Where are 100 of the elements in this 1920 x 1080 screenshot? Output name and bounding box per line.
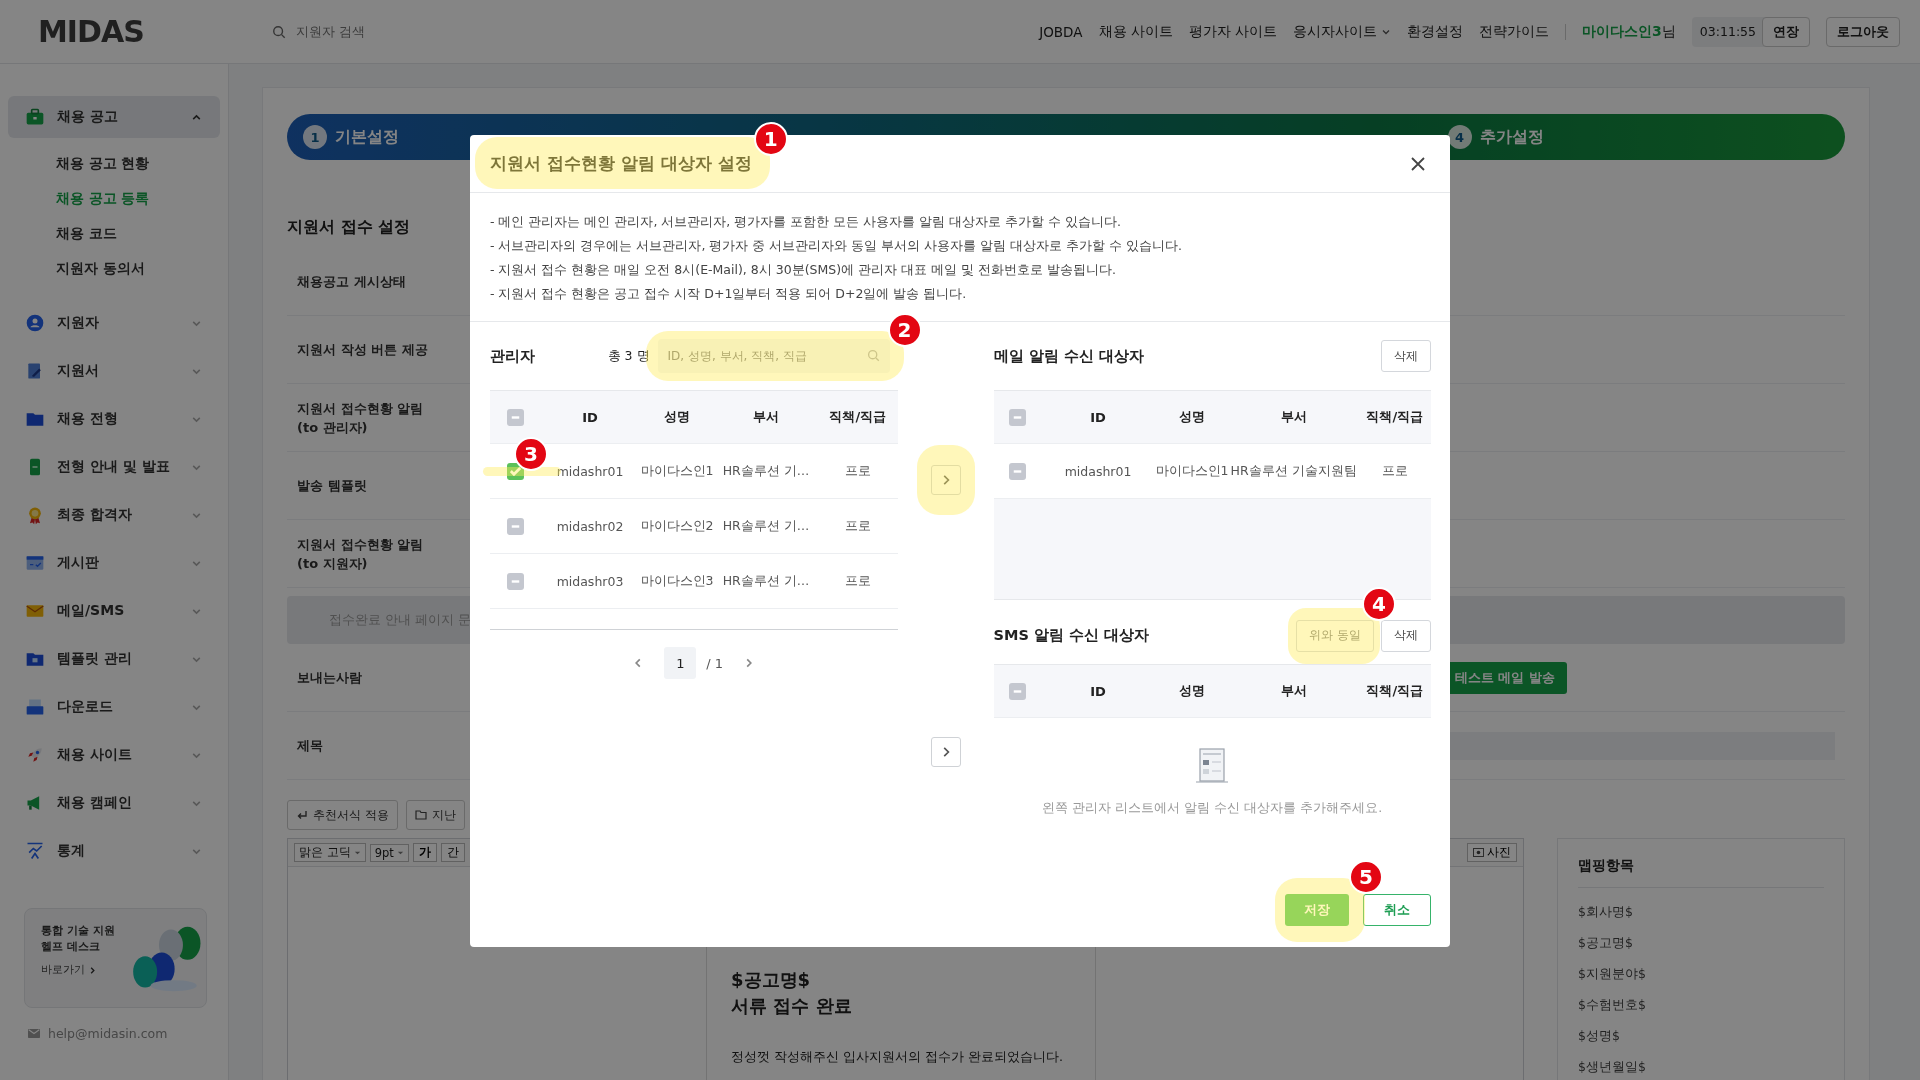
- sidebar-item[interactable]: 지원자: [8, 302, 220, 344]
- sidebar-item[interactable]: 다운로드: [8, 686, 220, 728]
- sidebar-item[interactable]: 채용 전형: [8, 398, 220, 440]
- move-right-button[interactable]: [930, 465, 961, 495]
- minus-icon: [510, 415, 520, 419]
- close-icon: [1410, 155, 1426, 172]
- sidebar-item[interactable]: 채용 공고: [8, 96, 220, 138]
- step-badge: 2: [887, 313, 922, 347]
- extend-button[interactable]: 연장: [1762, 16, 1810, 47]
- minus-icon: [510, 524, 520, 528]
- font-select[interactable]: 맑은 고딕: [294, 843, 366, 862]
- submenu-item[interactable]: 채용 공고 현황: [56, 146, 220, 181]
- delete-button[interactable]: 삭제: [1381, 340, 1431, 372]
- checkbox[interactable]: [1008, 462, 1026, 480]
- checkbox[interactable]: [506, 408, 524, 426]
- checkbox[interactable]: [506, 462, 524, 480]
- logout-button[interactable]: 로그아웃: [1826, 16, 1900, 47]
- checkbox[interactable]: [506, 517, 524, 535]
- submenu-item[interactable]: 지원자 동의서: [56, 251, 220, 286]
- sidebar-item[interactable]: 전형 안내 및 발표: [8, 446, 220, 488]
- move-right-button[interactable]: [930, 737, 961, 767]
- board-icon: [25, 553, 45, 573]
- timer-text: 03:11:55: [1699, 24, 1756, 39]
- help-title: 통합 기술 지원 헬프 데스크: [41, 923, 116, 955]
- step-label[interactable]: 추가설정: [1479, 126, 1544, 148]
- sidebar-item[interactable]: 통계: [8, 830, 220, 872]
- column-header: ID: [581, 409, 599, 425]
- cancel-button[interactable]: 취소: [1363, 894, 1431, 926]
- column-header: ID: [1089, 683, 1107, 699]
- table-cell-text: midashr01: [1063, 463, 1133, 479]
- size-select[interactable]: 9pt: [369, 843, 409, 862]
- sidebar-item[interactable]: 최종 합격자: [8, 494, 220, 536]
- table-cell: 마이다스인1: [640, 462, 714, 480]
- field-label: 제목: [297, 737, 324, 755]
- nav-link[interactable]: 응시자사이트: [1293, 22, 1392, 41]
- column-header: 부서: [752, 408, 780, 426]
- column-header: 직책/직급: [1365, 682, 1425, 700]
- help-card[interactable]: 통합 기술 지원 헬프 데스크 바로가기: [24, 908, 207, 1008]
- table-cell-text: HR솔루션 기…: [721, 572, 811, 590]
- field-label: 채용공고 게시상태: [297, 273, 407, 291]
- sidebar-item[interactable]: 메일/SMS: [8, 590, 220, 632]
- checkbox[interactable]: [1008, 682, 1026, 700]
- image-icon: [1473, 848, 1484, 857]
- nav-link[interactable]: 평가자 사이트: [1188, 22, 1278, 41]
- nav-link[interactable]: 환경설정: [1407, 22, 1464, 41]
- column-header: 성명: [1178, 682, 1206, 700]
- nav-link[interactable]: 전략가이드: [1479, 22, 1550, 41]
- sidebar-item[interactable]: 채용 캠페인: [8, 782, 220, 824]
- mapping-item[interactable]: $공고명$: [1578, 927, 1824, 958]
- user-name[interactable]: 마이다스인3: [1582, 22, 1662, 41]
- table-cell-text: HR솔루션 기…: [721, 517, 811, 535]
- minus-icon: [1012, 415, 1022, 419]
- submenu-item[interactable]: 채용 공고 등록: [56, 181, 220, 216]
- photo-button[interactable]: 사진: [1467, 843, 1517, 862]
- user-suffix: 님: [1661, 22, 1676, 41]
- panel-title: SMS 알림 수신 대상자: [993, 626, 1149, 645]
- mapping-item[interactable]: $수험번호$: [1578, 989, 1824, 1020]
- support-email[interactable]: help@midasin.com: [48, 1026, 168, 1041]
- notice-text: - 메인 관리자는 메인 관리자, 서브관리자, 평가자를 포함한 모든 사용자를 알림 대상자로 추가할 수 있습니다.: [490, 213, 1123, 231]
- notice-text: - 지원서 접수 현황은 공고 접수 시작 D+1일부터 적용 되어 D+2일에 발송 됩니다.: [490, 285, 968, 303]
- notice-text: - 서브관리자의 경우에는 서브관리자, 평가자 중 서브관리자와 동일 부서의 사용자를 알림 대상자로 추가할 수 있습니다.: [490, 237, 1184, 255]
- check-icon: [509, 466, 521, 476]
- field-label: 보내는사람: [297, 669, 363, 687]
- total-pages: / 1: [706, 655, 724, 671]
- mapping-item[interactable]: $생년월일$: [1578, 1051, 1824, 1080]
- search-field[interactable]: 지원자 검색: [294, 23, 498, 40]
- mapping-item[interactable]: $성명$: [1578, 1020, 1824, 1051]
- checkbox[interactable]: [506, 572, 524, 590]
- italic-button[interactable]: 간: [440, 843, 465, 862]
- bold-button[interactable]: 가: [412, 843, 437, 862]
- past-button[interactable]: 지난: [405, 800, 465, 830]
- delete-button[interactable]: 삭제: [1381, 619, 1431, 652]
- current-page[interactable]: 1: [664, 647, 697, 679]
- field-label: 발송 템플릿: [297, 477, 368, 495]
- table-cell: 마이다스인3: [640, 572, 714, 590]
- folder-icon: [414, 809, 427, 821]
- step-label[interactable]: 기본설정: [335, 126, 399, 148]
- template-button[interactable]: 추천서식 적용: [287, 800, 398, 830]
- checkbox[interactable]: [1008, 408, 1026, 426]
- envelope-icon: [28, 1029, 40, 1038]
- column-header: 직책/직급: [828, 408, 888, 426]
- submenu-item[interactable]: 채용 코드: [56, 216, 220, 251]
- notice-text: - 지원서 접수 현황은 매일 오전 8시(E-Mail), 8시 30분(SMS)에 관리자 대표 메일 및 전화번호로 발송됩니다.: [490, 261, 1117, 279]
- mapping-item[interactable]: $회사명$: [1578, 896, 1824, 927]
- column-header: 직책/직급: [1365, 408, 1425, 426]
- nav-link[interactable]: JOBDA: [1039, 23, 1083, 40]
- sidebar-item[interactable]: 채용 사이트: [8, 734, 220, 776]
- mapping-title: 맵핑항목: [1578, 853, 1824, 888]
- nav-link[interactable]: 채용 사이트: [1098, 22, 1173, 41]
- table-cell-text: 프로: [843, 572, 872, 590]
- table-cell-text: midashr02: [555, 518, 625, 534]
- logo[interactable]: MIDAS: [38, 14, 272, 49]
- table-cell-text: 프로: [1380, 462, 1409, 480]
- sidebar-item[interactable]: 템플릿 관리: [8, 638, 220, 680]
- sidebar-item[interactable]: 지원서: [8, 350, 220, 392]
- mapping-item[interactable]: $지원분야$: [1578, 958, 1824, 989]
- sidebar-item[interactable]: 게시판: [8, 542, 220, 584]
- search-field[interactable]: ID, 성명, 부서, 직책, 직급: [657, 339, 890, 373]
- table-cell-text: HR솔루션 기…: [721, 462, 811, 480]
- help-link[interactable]: 바로가기: [41, 963, 123, 977]
